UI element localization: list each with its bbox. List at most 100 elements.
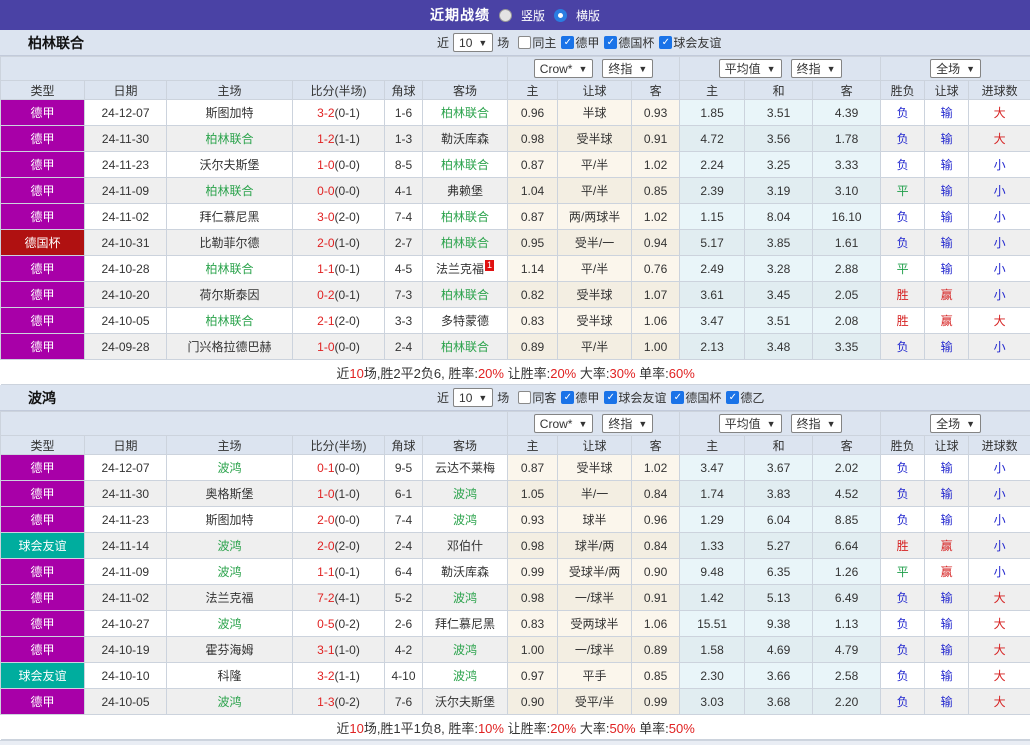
crow-away-odds-cell: 0.91 [632,126,680,152]
result-cell: 负 [881,481,925,507]
avg-draw-odds-cell: 3.83 [745,481,813,507]
filter-checkbox-label: 德国杯 [685,389,721,406]
away-team-cell: 波鸿 [423,481,508,507]
avg-time-select[interactable]: 终指▼ [791,59,842,78]
avg-home-odds-cell: 2.30 [680,663,745,689]
match-count-select[interactable]: 10▼ [453,33,493,52]
layout-radio-horizontal[interactable] [554,9,567,22]
date-cell: 24-11-30 [85,481,167,507]
home-team-cell: 霍芬海姆 [167,637,293,663]
column-header: 客场 [423,436,508,455]
filter-checkbox[interactable] [518,391,531,404]
odds-source-value: Crow* [540,417,573,431]
column-header: 比分(半场) [293,436,385,455]
summary-row: 近10场,胜1平1负8, 胜率:10% 让胜率:20% 大率:50% 单率:50… [1,715,1030,740]
handicap-result-cell: 输 [925,100,969,126]
scope-select-cell: 全场▼ [881,412,1030,436]
home-team-cell: 科隆 [167,663,293,689]
half-time-score: (1-0) [335,643,360,657]
match-row: 德甲24-11-09柏林联合0-0(0-0)4-1弗赖堡1.04平/半0.852… [1,178,1030,204]
summary-segment: 30% [609,366,635,381]
crow-odds-selects: Crow*▼ 终指▼ [508,57,680,81]
date-cell: 24-12-07 [85,100,167,126]
league-type-cell: 德甲 [1,455,85,481]
result-cell: 胜 [881,533,925,559]
layout-radio-vertical[interactable] [499,9,512,22]
handicap-cell: 受球半/两 [558,559,632,585]
filter-checkbox[interactable]: ✓ [604,391,617,404]
crow-away-odds-cell: 0.93 [632,100,680,126]
column-header-row: 类型日期主场比分(半场)角球客场主让球客主和客胜负让球进球数 [1,436,1030,455]
match-row: 德甲24-10-28柏林联合1-1(0-1)4-5法兰克福11.14平/半0.7… [1,256,1030,282]
scope-select[interactable]: 全场▼ [930,59,981,78]
avg-home-odds-cell: 2.39 [680,178,745,204]
crow-home-odds-cell: 1.05 [508,481,558,507]
crow-home-odds-cell: 0.87 [508,204,558,230]
odds-source-select[interactable]: Crow*▼ [534,59,594,78]
match-row: 德甲24-11-02拜仁慕尼黑3-0(2-0)7-4柏林联合0.87两/两球半1… [1,204,1030,230]
league-type-cell: 德甲 [1,152,85,178]
avg-source-select[interactable]: 平均值▼ [719,414,782,433]
filter-checkbox[interactable]: ✓ [604,36,617,49]
match-row: 德甲24-10-05柏林联合2-1(2-0)3-3多特蒙德0.83受半球1.06… [1,308,1030,334]
column-header: 让球 [925,81,969,100]
handicap-cell: 平/半 [558,152,632,178]
half-time-score: (2-0) [335,539,360,553]
goals-result-cell: 小 [969,533,1030,559]
score-cell: 0-5(0-2) [293,611,385,637]
half-time-score: (4-1) [335,591,360,605]
handicap-cell: 受半球 [558,308,632,334]
filter-checkbox[interactable] [518,36,531,49]
filter-checkbox[interactable]: ✓ [671,391,684,404]
filter-checkbox[interactable]: ✓ [561,391,574,404]
avg-odds-selects: 平均值▼ 终指▼ [680,57,881,81]
crow-home-odds-cell: 0.97 [508,663,558,689]
filter-checkbox[interactable]: ✓ [561,36,574,49]
filter-checkbox[interactable]: ✓ [726,391,739,404]
column-header: 进球数 [969,436,1030,455]
handicap-result-cell: 输 [925,585,969,611]
away-team-cell: 勒沃库森 [423,559,508,585]
crow-home-odds-cell: 0.98 [508,585,558,611]
column-header: 客 [813,81,881,100]
avg-draw-odds-cell: 6.04 [745,507,813,533]
match-count-select[interactable]: 10▼ [453,388,493,407]
goals-result-cell: 大 [969,126,1030,152]
league-type-cell: 德甲 [1,637,85,663]
odds-time-select[interactable]: 终指▼ [602,59,653,78]
handicap-result-cell: 输 [925,689,969,715]
full-time-score: 2-0 [317,513,334,527]
filter-checkbox[interactable]: ✓ [659,36,672,49]
result-cell: 负 [881,230,925,256]
column-header: 让球 [925,436,969,455]
league-type-cell: 德甲 [1,689,85,715]
summary-segment: 近 [336,366,349,381]
avg-draw-odds-cell: 3.85 [745,230,813,256]
home-team-cell: 波鸿 [167,559,293,585]
odds-source-select[interactable]: Crow*▼ [534,414,594,433]
chevron-down-icon: ▼ [478,38,487,48]
date-cell: 24-10-20 [85,282,167,308]
crow-home-odds-cell: 1.04 [508,178,558,204]
match-row: 德甲24-12-07斯图加特3-2(0-1)1-6柏林联合0.96半球0.931… [1,100,1030,126]
full-time-score: 3-1 [317,643,334,657]
handicap-result-cell: 赢 [925,282,969,308]
away-team-cell: 柏林联合 [423,204,508,230]
goals-result-cell: 小 [969,152,1030,178]
league-type-cell: 球会友谊 [1,663,85,689]
filter-controls: 近 10▼ 场 同主✓德甲✓德国杯✓球会友谊 [437,30,721,55]
odds-time-select[interactable]: 终指▼ [602,414,653,433]
summary-segment: 10% [478,721,504,736]
home-team-cell: 斯图加特 [167,507,293,533]
page-title: 近期战绩 [430,5,490,25]
league-type-cell: 德甲 [1,334,85,360]
avg-source-select[interactable]: 平均值▼ [719,59,782,78]
layout-radio-vertical-label: 竖版 [521,7,545,24]
home-team-cell: 门兴格拉德巴赫 [167,334,293,360]
full-time-score: 1-1 [317,565,334,579]
crow-home-odds-cell: 0.87 [508,152,558,178]
scope-select[interactable]: 全场▼ [930,414,981,433]
handicap-result-cell: 赢 [925,559,969,585]
crow-away-odds-cell: 0.96 [632,507,680,533]
avg-time-select[interactable]: 终指▼ [791,414,842,433]
